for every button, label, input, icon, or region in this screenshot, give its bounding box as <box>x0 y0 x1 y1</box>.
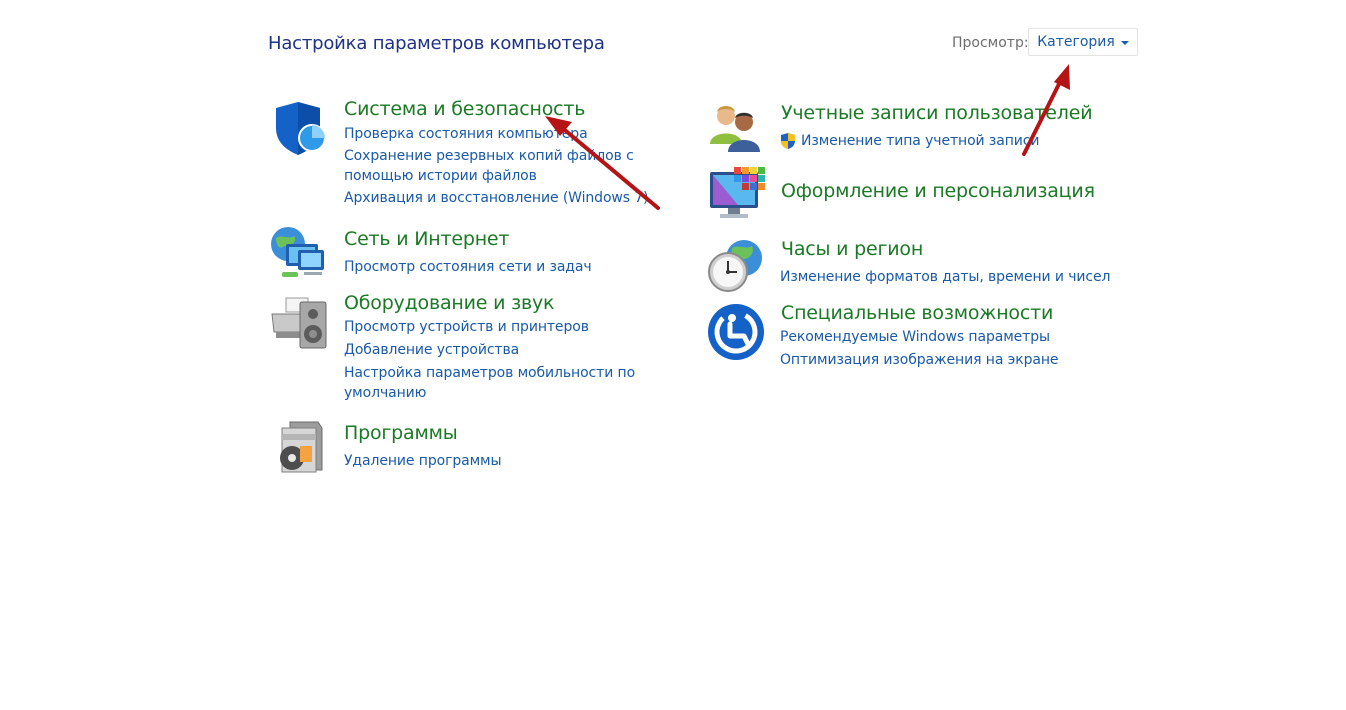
link-file-history-backup[interactable]: Сохранение резервных копий файлов с помо… <box>344 146 644 186</box>
link-recommended-settings[interactable]: Рекомендуемые Windows параметры <box>780 327 1120 347</box>
view-by-dropdown[interactable]: Категория <box>1028 28 1138 56</box>
link-backup-restore-win7[interactable]: Архивация и восстановление (Windows 7) <box>344 188 654 208</box>
link-devices-printers[interactable]: Просмотр устройств и принтеров <box>344 317 644 337</box>
link-change-account-type[interactable]: Изменение типа учетной записи <box>779 131 1099 151</box>
category-system-security[interactable]: Система и безопасность <box>344 98 585 120</box>
link-add-device[interactable]: Добавление устройства <box>344 340 644 360</box>
monitor-palette-icon[interactable] <box>708 164 768 224</box>
network-globe-icon[interactable] <box>268 224 328 284</box>
link-network-status[interactable]: Просмотр состояния сети и задач <box>344 257 644 277</box>
link-mobility-settings[interactable]: Настройка параметров мобильности по умол… <box>344 363 644 403</box>
programs-disc-icon[interactable] <box>268 418 328 478</box>
link-optimize-display[interactable]: Оптимизация изображения на экране <box>780 350 1120 370</box>
ease-of-access-icon[interactable] <box>706 302 766 362</box>
shield-icon[interactable] <box>268 98 328 158</box>
page-title: Настройка параметров компьютера <box>268 33 605 54</box>
users-icon[interactable] <box>706 98 766 158</box>
category-ease-of-access[interactable]: Специальные возможности <box>781 302 1053 324</box>
category-hardware-sound[interactable]: Оборудование и звук <box>344 292 555 314</box>
link-check-computer-status[interactable]: Проверка состояния компьютера <box>344 124 644 144</box>
uac-shield-icon <box>781 133 795 149</box>
link-date-time-formats[interactable]: Изменение форматов даты, времени и чисел <box>780 267 1120 287</box>
chevron-down-icon <box>1120 40 1129 45</box>
view-by-value: Категория <box>1037 34 1115 50</box>
view-label: Просмотр: <box>952 35 1029 51</box>
category-network-internet[interactable]: Сеть и Интернет <box>344 228 509 250</box>
link-uninstall-program[interactable]: Удаление программы <box>344 451 644 471</box>
printer-speaker-icon[interactable] <box>268 292 328 352</box>
link-change-account-type-label: Изменение типа учетной записи <box>801 133 1040 149</box>
clock-globe-icon[interactable] <box>706 236 766 296</box>
category-clock-region[interactable]: Часы и регион <box>781 238 923 260</box>
category-user-accounts[interactable]: Учетные записи пользователей <box>781 102 1093 124</box>
annotation-arrows <box>545 64 1070 210</box>
category-appearance-personalization[interactable]: Оформление и персонализация <box>781 180 1095 202</box>
category-programs[interactable]: Программы <box>344 422 458 444</box>
